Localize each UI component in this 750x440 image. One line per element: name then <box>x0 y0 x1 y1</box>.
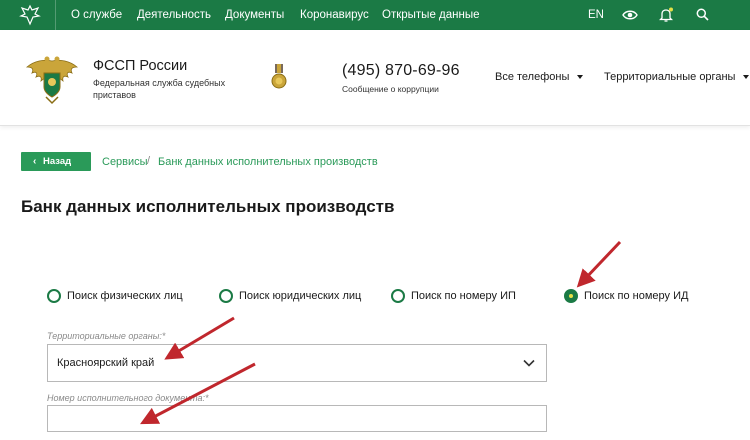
nav-open-data[interactable]: Открытые данные <box>382 0 480 30</box>
territorial-field-label: Территориальные органы:* <box>47 331 166 341</box>
notification-dot <box>669 7 673 12</box>
territorial-select-value: Красноярский край <box>57 357 155 369</box>
territorial-select[interactable]: Красноярский край <box>47 344 547 382</box>
nav-documents[interactable]: Документы <box>225 0 284 30</box>
chevron-left-icon: ‹ <box>33 156 37 167</box>
search-icon[interactable] <box>696 8 709 21</box>
annotation-arrow <box>576 240 622 288</box>
radio-label: Поиск физических лиц <box>67 290 183 302</box>
radio-circle-selected[interactable] <box>564 289 578 303</box>
nav-activity[interactable]: Деятельность <box>137 0 211 30</box>
chevron-down-icon <box>743 75 750 80</box>
hotline-phone[interactable]: (495) 870-69-96 <box>342 62 460 80</box>
org-name: ФССП России <box>93 58 188 74</box>
hotline-caption: Сообщение о коррупции <box>342 84 439 94</box>
all-phones-dropdown[interactable]: Все телефоны <box>495 71 584 83</box>
doc-number-input[interactable] <box>47 405 547 432</box>
back-button[interactable]: ‹ Назад <box>21 152 91 171</box>
breadcrumb-services[interactable]: Сервисы <box>102 156 148 168</box>
org-subtitle: Федеральная служба судебных приставов <box>93 78 226 100</box>
radio-label: Поиск юридических лиц <box>239 290 362 302</box>
chevron-down-icon <box>523 359 535 367</box>
medal-icon <box>271 64 287 89</box>
radio-label: Поиск по номеру ИД <box>584 290 689 302</box>
language-switch[interactable]: EN <box>588 0 604 30</box>
radio-label: Поиск по номеру ИП <box>411 290 516 302</box>
breadcrumb-current[interactable]: Банк данных исполнительных производств <box>158 156 378 168</box>
doc-number-field-label: Номер исполнительного документа:* <box>47 393 209 403</box>
territorial-bodies-label: Территориальные органы <box>604 71 736 83</box>
divider <box>55 0 56 30</box>
breadcrumb-separator: / <box>147 155 151 167</box>
nav-about[interactable]: О службе <box>71 0 122 30</box>
bell-icon[interactable] <box>659 7 673 23</box>
top-navigation-bar: О службе Деятельность Документы Коронави… <box>0 0 750 30</box>
eye-icon[interactable] <box>622 8 638 22</box>
page-title: Банк данных исполнительных производств <box>21 197 395 216</box>
nav-coronavirus[interactable]: Коронавирус <box>300 0 369 30</box>
all-phones-label: Все телефоны <box>495 71 570 83</box>
radio-circle[interactable] <box>47 289 61 303</box>
radio-circle[interactable] <box>391 289 405 303</box>
chevron-down-icon <box>577 75 584 80</box>
back-button-label: Назад <box>43 156 72 167</box>
fssp-emblem-icon[interactable] <box>24 53 80 105</box>
eagle-emblem-icon[interactable] <box>18 4 42 26</box>
radio-circle[interactable] <box>219 289 233 303</box>
territorial-bodies-dropdown[interactable]: Территориальные органы <box>604 71 750 83</box>
